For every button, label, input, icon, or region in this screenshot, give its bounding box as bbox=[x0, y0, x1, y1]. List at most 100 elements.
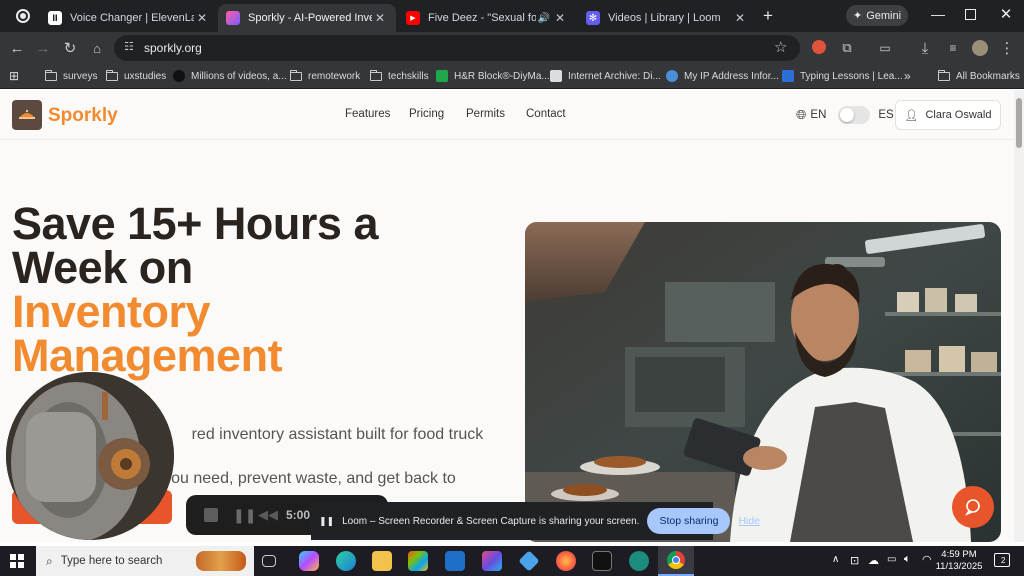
bookmark-star-icon[interactable]: ☆ bbox=[774, 38, 787, 56]
edge-icon[interactable] bbox=[336, 551, 356, 571]
sparkle-icon: ✦ bbox=[852, 10, 863, 22]
menu-kebab-icon[interactable]: ⋮ bbox=[996, 37, 1018, 59]
restore-button[interactable] bbox=[965, 9, 976, 20]
close-tab-icon[interactable]: ✕ bbox=[372, 11, 388, 25]
nav-contact[interactable]: Contact bbox=[526, 108, 566, 120]
folder-icon bbox=[290, 69, 302, 81]
bookmark-remotework[interactable]: remotework bbox=[290, 68, 360, 84]
rewind-button[interactable]: ◀◀ bbox=[258, 507, 278, 523]
typing-icon bbox=[782, 70, 794, 82]
cast-icon[interactable]: ▭ bbox=[874, 37, 896, 59]
screen-sharing-bar: ❚❚ Loom – Screen Recorder & Screen Captu… bbox=[311, 502, 760, 540]
copilot-icon[interactable] bbox=[299, 551, 319, 571]
loom-icon: ✻ bbox=[586, 11, 600, 25]
globe-icon bbox=[666, 70, 678, 82]
media-control-icon[interactable]: ≡ bbox=[942, 37, 964, 59]
bookmark-uxstudies[interactable]: uxstudies bbox=[106, 68, 166, 84]
back-icon[interactable]: ← bbox=[6, 37, 28, 59]
windows-start-icon[interactable] bbox=[10, 554, 24, 568]
volume-icon[interactable]: 🔈︎ bbox=[904, 553, 911, 566]
tray-app-icon[interactable]: ⊡ bbox=[850, 554, 859, 567]
task-view-icon[interactable] bbox=[262, 555, 276, 567]
autumn-widget-icon bbox=[196, 551, 246, 571]
tray-overflow-icon[interactable]: ∧ bbox=[832, 554, 839, 565]
hero-title: Save 15+ Hours a Week on Inventory Manag… bbox=[12, 198, 378, 381]
hide-sharing-bar-link[interactable]: Hide bbox=[738, 515, 760, 527]
chrome-taskbar-item[interactable] bbox=[658, 546, 694, 576]
search-icon: ⌕ bbox=[46, 553, 53, 568]
extensions-puzzle-icon[interactable]: ⧉ bbox=[836, 37, 858, 59]
speaker-icon[interactable]: 🔊 bbox=[536, 13, 552, 24]
bookmark-typing-lessons[interactable]: Typing Lessons | Lea... bbox=[782, 68, 903, 84]
brand-name[interactable]: Sporkly bbox=[48, 105, 118, 127]
network-icon[interactable]: ▭ bbox=[887, 554, 896, 565]
close-tab-icon[interactable]: ✕ bbox=[194, 11, 210, 25]
close-tab-icon[interactable]: ✕ bbox=[732, 11, 748, 25]
app-wave-icon[interactable] bbox=[629, 551, 649, 571]
bookmark-millions-of-videos[interactable]: Millions of videos, a... bbox=[173, 68, 287, 84]
stop-recording-button[interactable] bbox=[204, 508, 218, 522]
taskbar-clock[interactable]: 4:59 PM 11/13/2025 bbox=[930, 549, 988, 573]
firefox-icon[interactable] bbox=[556, 551, 576, 571]
address-bar[interactable]: ☷ sporkly.org ☆ bbox=[114, 35, 800, 61]
nav-permits[interactable]: Permits bbox=[466, 108, 505, 120]
file-explorer-icon[interactable] bbox=[372, 551, 392, 571]
url-text[interactable]: sporkly.org bbox=[144, 41, 202, 55]
folder-icon bbox=[45, 69, 57, 81]
app-diamond-icon[interactable] bbox=[518, 550, 540, 572]
apps-grid-icon[interactable]: ⊞ bbox=[9, 68, 19, 84]
outlook-icon[interactable] bbox=[445, 551, 465, 571]
pause-button[interactable]: ❚❚ bbox=[233, 507, 256, 524]
all-bookmarks[interactable]: All Bookmarks bbox=[938, 68, 1020, 84]
extension-red-icon[interactable] bbox=[812, 40, 826, 54]
bookmark-my-ip[interactable]: My IP Address Infor... bbox=[666, 68, 779, 84]
bookmark-techskills[interactable]: techskills bbox=[370, 68, 429, 84]
notification-center-icon[interactable]: 2 bbox=[994, 553, 1010, 567]
tab-loom[interactable]: ✻ Videos | Library | Loom ✕ bbox=[578, 4, 756, 32]
hr-block-icon bbox=[436, 70, 448, 82]
nav-pricing[interactable]: Pricing bbox=[409, 108, 444, 120]
tab-sporkly[interactable]: Sporkly - AI-Powered Inventory ✕ bbox=[218, 4, 396, 32]
tab-elevenlabs[interactable]: II Voice Changer | ElevenLabs ✕ bbox=[40, 4, 218, 32]
site-info-icon[interactable]: ☷ bbox=[124, 40, 134, 53]
chat-bubble-icon bbox=[964, 499, 980, 516]
sporkly-logo-icon[interactable] bbox=[12, 100, 42, 130]
forward-icon[interactable]: → bbox=[32, 37, 54, 59]
download-icon[interactable]: ⤓ bbox=[914, 37, 936, 59]
close-tab-icon[interactable]: ✕ bbox=[552, 11, 568, 25]
m365-icon[interactable] bbox=[482, 551, 502, 571]
hero-image-chef-with-tablet bbox=[525, 222, 1001, 542]
bookmark-surveys[interactable]: surveys bbox=[45, 68, 97, 84]
page-scrollbar[interactable] bbox=[1014, 90, 1024, 542]
elevenlabs-icon: II bbox=[48, 11, 62, 25]
scrollbar-thumb[interactable] bbox=[1016, 98, 1022, 148]
folder-icon bbox=[370, 69, 382, 81]
gemini-button[interactable]: ✦ Gemini bbox=[846, 5, 908, 26]
record-icon[interactable] bbox=[16, 9, 30, 23]
tab-youtube[interactable]: ▶ Five Deez - "Sexual for Eliza 🔊 ✕ bbox=[398, 4, 576, 32]
browser-toolbar: ← → ↻ ⌂ ☷ sporkly.org ☆ ⧉ ▭ ⤓ ≡ ⋮ bbox=[0, 32, 1024, 63]
onedrive-icon[interactable]: ☁ bbox=[868, 554, 879, 567]
notification-count: 2 bbox=[1001, 556, 1006, 565]
loom-webcam-bubble[interactable] bbox=[6, 372, 174, 540]
home-icon[interactable]: ⌂ bbox=[86, 37, 108, 59]
new-tab-button[interactable]: + bbox=[760, 6, 776, 26]
bookmark-hr-block[interactable]: H&R Block®-DiyMa... bbox=[436, 68, 550, 84]
language-toggle[interactable] bbox=[838, 106, 871, 124]
taskbar-search-input[interactable]: ⌕ Type here to search bbox=[36, 546, 254, 576]
archive-icon bbox=[550, 70, 562, 82]
chat-button[interactable] bbox=[952, 486, 994, 528]
bookmark-internet-archive[interactable]: Internet Archive: Di... bbox=[550, 68, 661, 84]
globe-icon: 🌐︎ bbox=[796, 107, 807, 122]
nav-features[interactable]: Features bbox=[345, 108, 390, 120]
minimize-button[interactable]: — bbox=[930, 6, 946, 26]
profile-avatar[interactable] bbox=[972, 40, 988, 56]
reload-icon[interactable]: ↻ bbox=[59, 37, 81, 59]
bookmarks-overflow-button[interactable]: » bbox=[904, 68, 911, 84]
user-menu-button[interactable]: 👤︎ Clara Oswald bbox=[895, 100, 1001, 130]
stop-sharing-button[interactable]: Stop sharing bbox=[647, 508, 731, 534]
close-window-button[interactable]: ✕ bbox=[998, 5, 1014, 25]
terminal-icon[interactable] bbox=[592, 551, 612, 571]
language-switcher: 🌐︎ EN ES bbox=[796, 106, 894, 124]
store-icon[interactable] bbox=[408, 551, 428, 571]
